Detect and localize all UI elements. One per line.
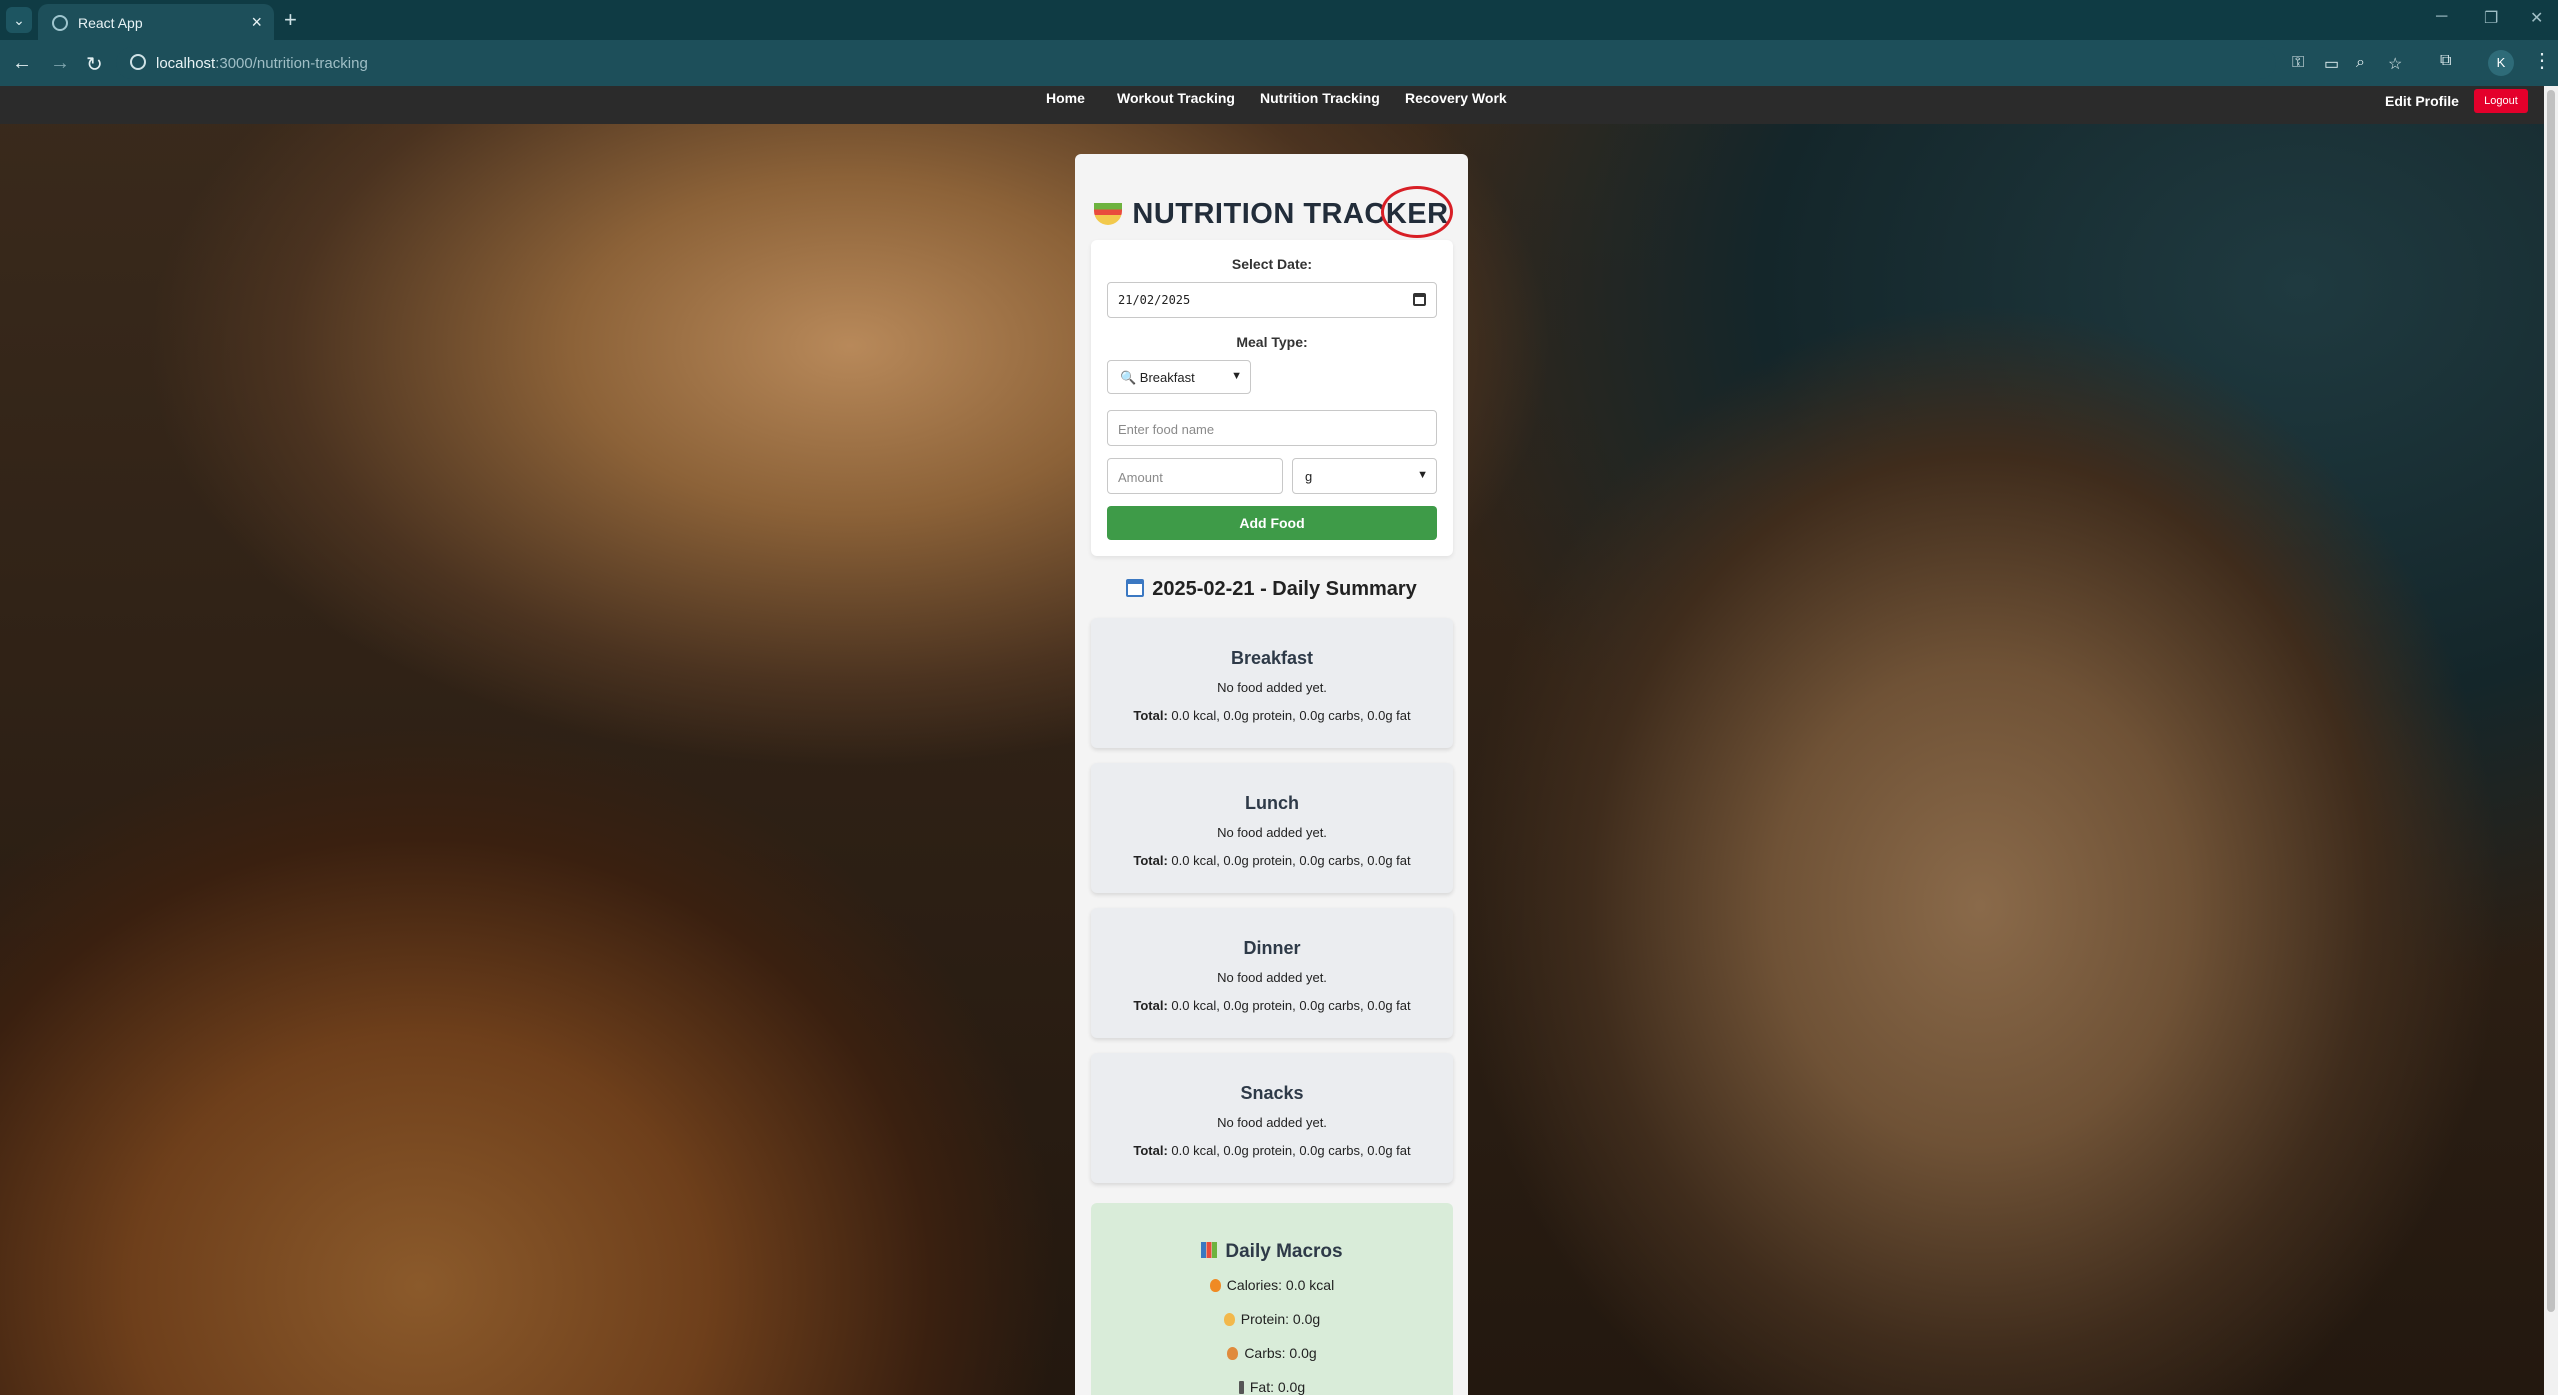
meal-total: Total: 0.0 kcal, 0.0g protein, 0.0g carb… — [1091, 708, 1453, 723]
daily-summary-text: 2025-02-21 - Daily Summary — [1152, 578, 1417, 600]
date-input[interactable]: 21/02/2025 — [1107, 282, 1437, 318]
unit-value: g — [1305, 469, 1313, 484]
profile-avatar[interactable]: K — [2488, 50, 2514, 76]
nav-workout-link[interactable]: Workout Tracking — [1117, 90, 1235, 106]
meal-type-label: Meal Type: — [1236, 334, 1308, 350]
macro-fat-text: Fat: 0.0g — [1249, 1379, 1306, 1395]
meal-type-value: 🔍 Breakfast — [1120, 370, 1195, 385]
back-icon[interactable]: ← — [12, 52, 32, 75]
meal-empty-text: No food added yet. — [1217, 825, 1327, 840]
total-label: Total: — [1133, 998, 1168, 1013]
select-date-label: Select Date: — [1231, 256, 1313, 272]
browser-tab[interactable]: React App × — [38, 4, 274, 40]
macro-carbs-text: Carbs: 0.0g — [1244, 1345, 1317, 1361]
meal-card-dinner: Dinner No food added yet. Total: 0.0 kca… — [1091, 908, 1453, 1038]
url-input[interactable]: localhost:3000/nutrition-tracking ⚿ ▭ ⌕ … — [116, 47, 2402, 79]
meal-card-snacks: Snacks No food added yet. Total: 0.0 kca… — [1091, 1053, 1453, 1183]
bar-chart-icon — [1201, 1242, 1218, 1258]
food-name-placeholder: Enter food name — [1118, 422, 1215, 437]
total-values: 0.0 kcal, 0.0g protein, 0.0g carbs, 0.0g… — [1167, 998, 1411, 1013]
calendar-picker-icon[interactable] — [1413, 293, 1426, 306]
password-key-icon[interactable]: ⚿ — [2292, 54, 2304, 72]
meal-type-select[interactable]: 🔍 Breakfast ▼ — [1107, 360, 1251, 394]
browser-tab-bar: ⌄ React App × + ─ ❐ ✕ — [0, 0, 2558, 40]
meal-title: Lunch — [1245, 793, 1299, 813]
chevron-down-icon: ▼ — [1417, 469, 1428, 481]
url-host: localhost — [156, 55, 216, 72]
amount-placeholder: Amount — [1118, 470, 1163, 485]
react-favicon-icon — [52, 15, 68, 31]
nav-recovery-link[interactable]: Recovery Work — [1405, 90, 1507, 106]
flexed-bicep-icon — [1223, 1313, 1235, 1326]
date-picker-highlight-circle — [1381, 186, 1453, 238]
amount-input[interactable]: Amount — [1107, 458, 1283, 494]
total-label: Total: — [1133, 853, 1168, 868]
food-name-input[interactable]: Enter food name — [1107, 410, 1437, 446]
daily-summary-title: 2025-02-21 - Daily Summary — [1075, 578, 1468, 601]
logout-button[interactable]: Logout — [2474, 89, 2528, 113]
browser-menu-icon[interactable]: ⋮ — [2532, 48, 2552, 73]
window-close-icon[interactable]: ✕ — [2530, 8, 2543, 28]
meal-title: Snacks — [1240, 1083, 1304, 1103]
total-label: Total: — [1133, 708, 1168, 723]
calendar-icon — [1126, 579, 1145, 597]
zoom-icon[interactable]: ⌕ — [2356, 54, 2365, 72]
forward-icon[interactable]: → — [50, 52, 70, 75]
daily-macros-text: Daily Macros — [1225, 1241, 1343, 1262]
meal-title: Dinner — [1243, 938, 1301, 958]
nav-home-link[interactable]: Home — [1046, 90, 1085, 106]
macro-protein-text: Protein: 0.0g — [1240, 1311, 1321, 1327]
install-app-icon[interactable]: ▭ — [2324, 54, 2339, 74]
unit-select[interactable]: g ▼ — [1292, 458, 1437, 494]
fire-icon — [1209, 1279, 1221, 1292]
chevron-down-icon: ▼ — [1231, 370, 1242, 382]
bookmark-star-icon[interactable]: ☆ — [2388, 54, 2402, 74]
meal-card-breakfast: Breakfast No food added yet. Total: 0.0 … — [1091, 618, 1453, 748]
address-bar-row: ← → ↻ localhost:3000/nutrition-tracking … — [0, 40, 2558, 86]
meal-empty-text: No food added yet. — [1217, 970, 1327, 985]
nutrition-card: NUTRITION TRACKER Select Date: 21/02/202… — [1075, 154, 1468, 1395]
bread-icon — [1227, 1347, 1239, 1360]
meal-total: Total: 0.0 kcal, 0.0g protein, 0.0g carb… — [1091, 998, 1453, 1013]
total-values: 0.0 kcal, 0.0g protein, 0.0g carbs, 0.0g… — [1167, 853, 1411, 868]
tab-search-button[interactable]: ⌄ — [6, 7, 32, 33]
minimize-icon[interactable]: ─ — [2436, 8, 2447, 26]
macro-carbs: Carbs: 0.0g — [1091, 1345, 1453, 1361]
edit-profile-link[interactable]: Edit Profile — [2385, 93, 2459, 109]
reload-icon[interactable]: ↻ — [86, 52, 103, 77]
scrollbar-thumb[interactable] — [2547, 90, 2555, 1312]
tab-close-icon[interactable]: × — [251, 12, 262, 33]
add-food-form: Select Date: 21/02/2025 Meal Type: 🔍 Bre… — [1091, 240, 1453, 556]
meal-empty-text: No food added yet. — [1217, 1115, 1327, 1130]
page-background: Home Workout Tracking Nutrition Tracking… — [0, 86, 2544, 1395]
extensions-icon[interactable]: ⧉ — [2440, 52, 2451, 70]
macro-calories-text: Calories: 0.0 kcal — [1226, 1277, 1335, 1293]
new-tab-button[interactable]: + — [284, 7, 297, 33]
date-value: 21/02/2025 — [1118, 293, 1191, 307]
url-path: :3000/nutrition-tracking — [215, 55, 368, 72]
daily-macros-title: Daily Macros — [1091, 1241, 1453, 1263]
add-food-button[interactable]: Add Food — [1107, 506, 1437, 540]
total-values: 0.0 kcal, 0.0g protein, 0.0g carbs, 0.0g… — [1167, 708, 1411, 723]
macro-calories: Calories: 0.0 kcal — [1091, 1277, 1453, 1293]
total-values: 0.0 kcal, 0.0g protein, 0.0g carbs, 0.0g… — [1167, 1143, 1411, 1158]
meal-total: Total: 0.0 kcal, 0.0g protein, 0.0g carb… — [1091, 853, 1453, 868]
page-scrollbar[interactable] — [2544, 86, 2558, 1395]
meal-card-lunch: Lunch No food added yet. Total: 0.0 kcal… — [1091, 763, 1453, 893]
oil-drop-icon — [1238, 1381, 1244, 1394]
total-label: Total: — [1133, 1143, 1168, 1158]
app-navbar: Home Workout Tracking Nutrition Tracking… — [0, 86, 2544, 124]
meal-empty-text: No food added yet. — [1217, 680, 1327, 695]
meal-total: Total: 0.0 kcal, 0.0g protein, 0.0g carb… — [1091, 1143, 1453, 1158]
tab-title: React App — [78, 15, 143, 31]
macro-fat: Fat: 0.0g — [1091, 1379, 1453, 1395]
meal-title: Breakfast — [1230, 648, 1314, 668]
daily-macros-panel: Daily Macros Calories: 0.0 kcal Protein:… — [1091, 1203, 1453, 1395]
site-info-icon[interactable] — [130, 54, 146, 70]
salad-bowl-icon — [1094, 203, 1123, 225]
restore-icon[interactable]: ❐ — [2484, 8, 2498, 28]
nav-nutrition-link[interactable]: Nutrition Tracking — [1260, 90, 1380, 106]
macro-protein: Protein: 0.0g — [1091, 1311, 1453, 1327]
